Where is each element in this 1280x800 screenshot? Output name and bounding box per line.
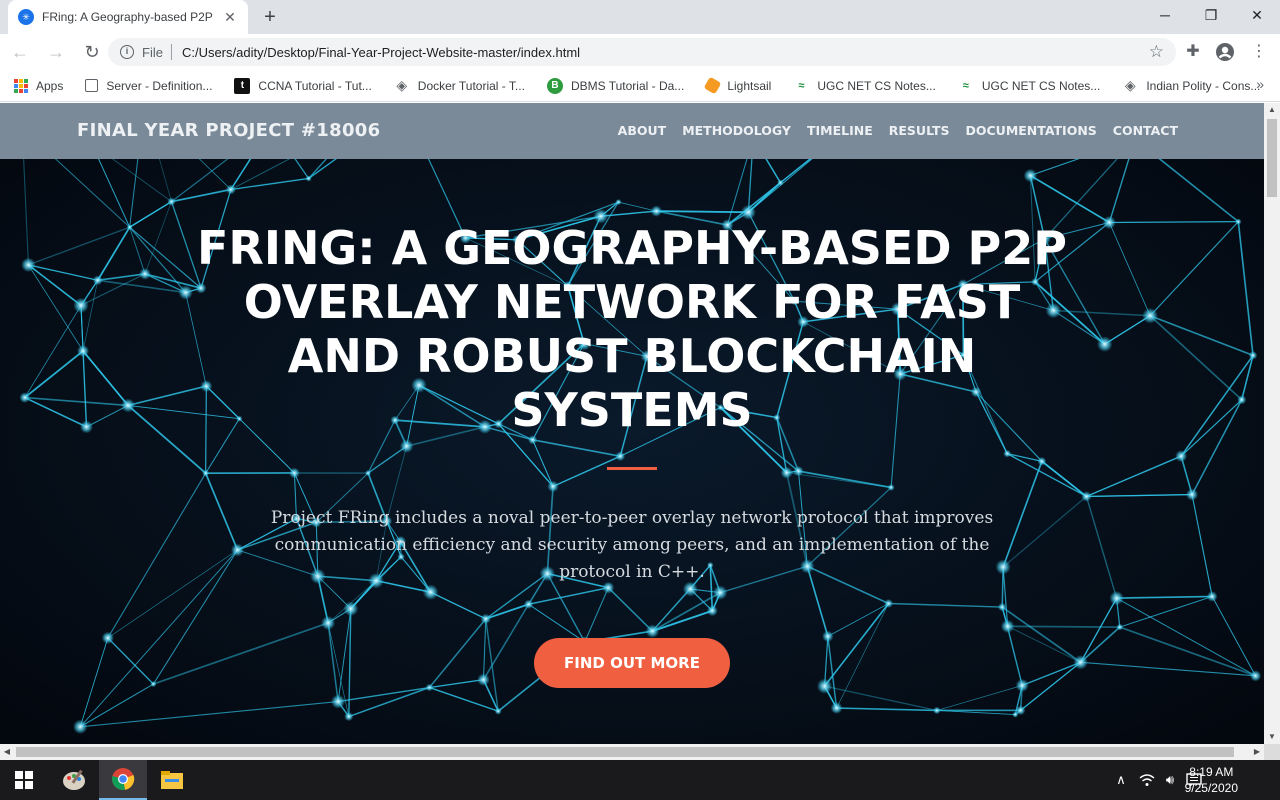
url-text[interactable]: C:/Users/adity/Desktop/Final-Year-Projec…	[182, 45, 1149, 60]
wifi-icon[interactable]	[1136, 760, 1158, 800]
paint-app-icon[interactable]	[50, 760, 98, 800]
bookmark-ugc-1[interactable]: ≈ UGC NET CS Notes...	[793, 78, 936, 94]
nav-contact[interactable]: CONTACT	[1113, 123, 1178, 138]
bookmark-label: Docker Tutorial - T...	[417, 78, 525, 93]
clock-time: 8:19 AM	[1189, 765, 1234, 779]
close-window-button[interactable]: ✕	[1234, 0, 1280, 30]
diamond-icon: ◈	[1124, 77, 1136, 93]
bookmark-label: CCNA Tutorial - Tut...	[258, 78, 372, 93]
nav-documentations[interactable]: DOCUMENTATIONS	[966, 123, 1097, 138]
bookmark-star-icon[interactable]: ☆	[1149, 42, 1164, 62]
hero-subtitle: Project FRing includes a noval peer-to-p…	[270, 508, 994, 582]
back-button[interactable]: ←	[4, 36, 36, 68]
profile-icon[interactable]	[1209, 36, 1241, 68]
tab-strip: ✳ FRing: A Geography-based P2P O ✕ + ─ ❐…	[0, 0, 1280, 34]
page-icon	[85, 79, 99, 92]
bookmark-label: UGC NET CS Notes...	[981, 78, 1101, 93]
nav-about[interactable]: ABOUT	[618, 123, 667, 138]
bookmark-lightsail[interactable]: Lightsail	[703, 76, 772, 95]
bookmark-server[interactable]: Server - Definition...	[85, 79, 212, 93]
windows-start-icon[interactable]	[0, 760, 48, 800]
vertical-scroll-thumb[interactable]	[1267, 119, 1277, 197]
address-bar[interactable]: i File C:/Users/adity/Desktop/Final-Year…	[108, 38, 1176, 66]
bookmark-ugc-2[interactable]: ≈ UGC NET CS Notes...	[958, 78, 1101, 94]
network-node	[344, 711, 354, 722]
scrollbar-corner	[1264, 744, 1280, 760]
bookmark-label: Apps	[36, 78, 64, 93]
clock-date: 9/25/2020	[1184, 781, 1238, 795]
network-node	[72, 719, 88, 735]
restore-button[interactable]: ❐	[1188, 0, 1234, 30]
network-node	[933, 706, 941, 715]
horizontal-scrollbar[interactable]: ◀ ▶	[0, 744, 1264, 760]
url-scheme: File	[142, 44, 163, 60]
bookmarks-bar: Apps Server - Definition... t CCNA Tutor…	[0, 70, 1280, 102]
scroll-left-icon[interactable]: ◀	[0, 744, 14, 760]
nav-timeline[interactable]: TIMELINE	[807, 123, 873, 138]
bookmark-label: UGC NET CS Notes...	[817, 78, 936, 93]
cube-icon	[703, 76, 722, 95]
hero-section: FRING: A GEOGRAPHY-BASED P2P OVERLAY NET…	[0, 159, 1264, 688]
chrome-app-icon[interactable]	[99, 760, 147, 800]
site-brand[interactable]: FINAL YEAR PROJECT #18006	[77, 120, 380, 141]
info-icon[interactable]: i	[120, 45, 134, 59]
network-node	[330, 694, 346, 709]
notes-icon: ≈	[798, 79, 805, 92]
horizontal-scroll-thumb[interactable]	[16, 747, 1234, 757]
browser-tab[interactable]: ✳ FRing: A Geography-based P2P O ✕	[8, 0, 248, 34]
close-tab-icon[interactable]: ✕	[222, 9, 238, 25]
menu-kebab-icon[interactable]: ⋮	[1243, 36, 1275, 68]
nav-results[interactable]: RESULTS	[889, 123, 950, 138]
notes-icon: ≈	[962, 79, 969, 92]
tab-title: FRing: A Geography-based P2P O	[42, 10, 216, 24]
network-node	[830, 702, 843, 715]
system-clock[interactable]: 8:19 AM 9/25/2020	[1185, 764, 1238, 796]
bookmark-polity[interactable]: ◈ Indian Polity - Cons...	[1122, 77, 1261, 94]
minimize-button[interactable]: ─	[1142, 0, 1188, 30]
hero-divider	[607, 467, 657, 470]
bookmark-ccna[interactable]: t CCNA Tutorial - Tut...	[234, 77, 372, 94]
diamond-icon: ◈	[396, 77, 408, 93]
tutorial-icon: t	[234, 77, 251, 94]
bookmark-apps[interactable]: Apps	[14, 78, 64, 93]
volume-icon[interactable]: 🔊︎	[1158, 760, 1182, 800]
file-explorer-icon[interactable]	[148, 760, 196, 800]
fring-favicon-icon: ✳	[18, 9, 34, 25]
windows-taskbar: ∧ 🔊︎ 8:19 AM 9/25/2020	[0, 760, 1280, 800]
vertical-scrollbar[interactable]: ▲ ▼	[1264, 103, 1280, 744]
bookmark-docker[interactable]: ◈ Docker Tutorial - T...	[394, 77, 525, 94]
apps-grid-icon	[14, 78, 28, 93]
scroll-right-icon[interactable]: ▶	[1250, 744, 1264, 760]
extensions-icon[interactable]: ✚	[1177, 36, 1209, 68]
forward-button[interactable]: →	[40, 36, 72, 68]
site-navbar: FINAL YEAR PROJECT #18006 ABOUT METHODOL…	[0, 103, 1264, 159]
show-hidden-icons[interactable]: ∧	[1110, 760, 1132, 800]
find-out-more-button[interactable]: FIND OUT MORE	[534, 638, 730, 688]
new-tab-button[interactable]: +	[258, 6, 282, 28]
scroll-down-icon[interactable]: ▼	[1264, 730, 1280, 744]
network-node	[1012, 711, 1019, 718]
browser-toolbar: ← → ↻ i File C:/Users/adity/Desktop/Fina…	[0, 34, 1280, 70]
more-bookmarks-icon[interactable]: »	[1256, 76, 1264, 92]
bookmark-label: Server - Definition...	[106, 78, 213, 93]
page-viewport: FINAL YEAR PROJECT #18006 ABOUT METHODOL…	[0, 103, 1264, 744]
hero-title: FRING: A GEOGRAPHY-BASED P2P OVERLAY NET…	[196, 221, 1067, 437]
b-icon: B	[546, 77, 563, 94]
nav-methodology[interactable]: METHODOLOGY	[682, 123, 791, 138]
reload-button[interactable]: ↻	[76, 36, 108, 68]
omnibox-divider	[170, 44, 172, 60]
site-nav-links: ABOUT METHODOLOGY TIMELINE RESULTS DOCUM…	[618, 123, 1178, 138]
bookmark-label: Indian Polity - Cons...	[1146, 78, 1261, 93]
network-node	[494, 707, 502, 715]
bookmark-label: DBMS Tutorial - Da...	[570, 78, 685, 93]
bookmark-label: Lightsail	[727, 78, 772, 93]
bookmark-dbms[interactable]: B DBMS Tutorial - Da...	[546, 77, 685, 94]
scroll-up-icon[interactable]: ▲	[1264, 103, 1280, 117]
